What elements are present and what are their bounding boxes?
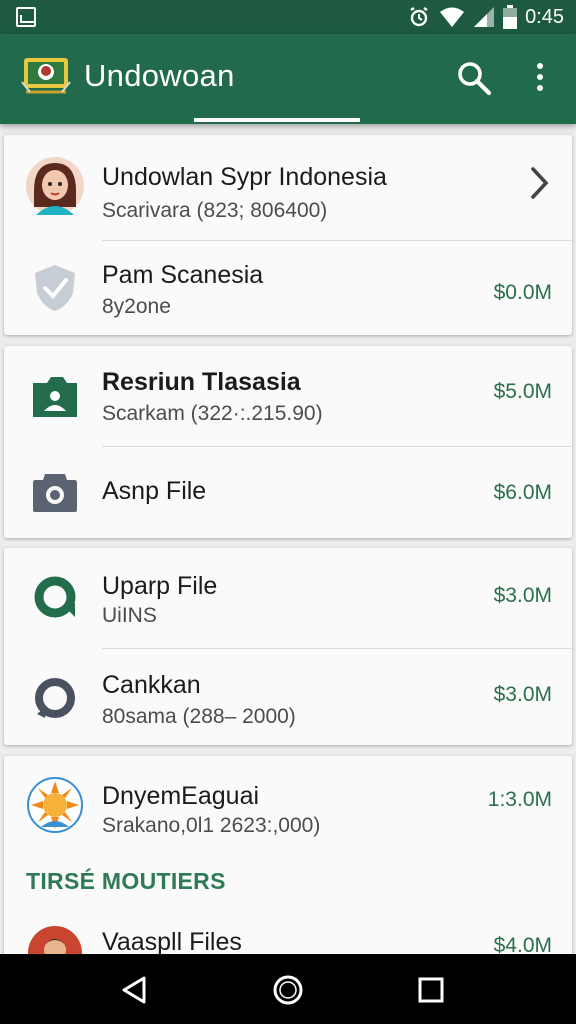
- list-item-subtitle: UiINS: [102, 604, 157, 627]
- tab-indicator: [194, 118, 360, 122]
- refresh-icon: [26, 669, 84, 727]
- list-item-title: DnyemEaguai: [102, 782, 260, 810]
- avatar-woman: [26, 157, 84, 215]
- more-vert-icon[interactable]: [528, 60, 552, 96]
- navigation-bar: [0, 954, 576, 1024]
- chevron-right-icon[interactable]: [528, 165, 552, 201]
- app-logo-icon: [21, 58, 71, 94]
- list-card: Uparp File UiINS $3.0M Cankkan 80sama (2…: [4, 548, 572, 745]
- home-icon[interactable]: [271, 973, 305, 1007]
- list-item[interactable]: Uparp File UiINS $3.0M: [4, 548, 572, 648]
- app-title: Undowoan: [84, 58, 235, 93]
- list-item-title: Resriun Tlasasia: [102, 368, 301, 396]
- status-time: 0:45: [525, 5, 564, 28]
- list-item-title: Cankkan: [102, 671, 201, 699]
- list-card: Undowlan Sypr Indonesia Scarivara (823; …: [4, 135, 572, 335]
- list-item-title: Asnp File: [102, 477, 207, 505]
- alarm-icon: [410, 7, 428, 27]
- folder-person-icon: [26, 368, 84, 426]
- app-bar: Undowoan: [0, 34, 576, 124]
- list-card: Resriun Tlasasia Scarkam (322·:.215.90) …: [4, 346, 572, 538]
- list-item-subtitle: 8y2one: [102, 295, 171, 318]
- list-item[interactable]: Undowlan Sypr Indonesia Scarivara (823; …: [4, 135, 572, 240]
- status-bar: 0:45: [0, 0, 576, 34]
- sync-icon: [26, 568, 84, 626]
- list-item-amount: $0.0M: [493, 281, 552, 304]
- list-item-title: Pam Scanesia: [102, 261, 264, 289]
- wifi-icon: [440, 7, 465, 27]
- list-item-amount: $6.0M: [493, 481, 552, 504]
- list-item[interactable]: Resriun Tlasasia Scarkam (322·:.215.90) …: [4, 346, 572, 446]
- recents-icon[interactable]: [414, 973, 448, 1007]
- search-icon[interactable]: [456, 60, 492, 96]
- list-item-title: Vaaspll Files: [102, 928, 242, 956]
- list-item-subtitle: Scarivara (823; 806400): [102, 199, 328, 222]
- list-item-amount: 1:3.0M: [487, 788, 552, 811]
- list-item-subtitle: Scarkam (322·:.215.90): [102, 402, 323, 425]
- gallery-icon: [16, 7, 36, 27]
- list-item-subtitle: 80sama (288– 2000): [102, 705, 296, 728]
- battery-icon: [503, 5, 518, 29]
- shield-check-icon: [26, 259, 84, 317]
- list-item-amount: $3.0M: [493, 584, 552, 607]
- list-item-title: Undowlan Sypr Indonesia: [102, 163, 387, 191]
- list-card: DnyemEaguai Srakano,0l1 2623:,000) 1:3.0…: [4, 756, 572, 966]
- section-header: TIRSÉ MOUTIERS: [26, 868, 226, 894]
- list-item[interactable]: Cankkan 80sama (288– 2000) $3.0M: [4, 649, 572, 745]
- signal-icon: [474, 7, 495, 27]
- list-item-amount: $5.0M: [493, 380, 552, 403]
- back-icon[interactable]: [118, 973, 152, 1007]
- list-item[interactable]: Pam Scanesia 8y2one $0.0M: [4, 241, 572, 335]
- avatar-sun: [26, 776, 84, 834]
- list-item[interactable]: DnyemEaguai Srakano,0l1 2623:,000) 1:3.0…: [4, 756, 572, 856]
- camera-icon: [26, 463, 84, 521]
- list-item-subtitle: Srakano,0l1 2623:,000): [102, 814, 321, 837]
- list-item[interactable]: Asnp File $6.0M: [4, 447, 572, 538]
- list-item-amount: $3.0M: [493, 683, 552, 706]
- list-item-title: Uparp File: [102, 572, 218, 600]
